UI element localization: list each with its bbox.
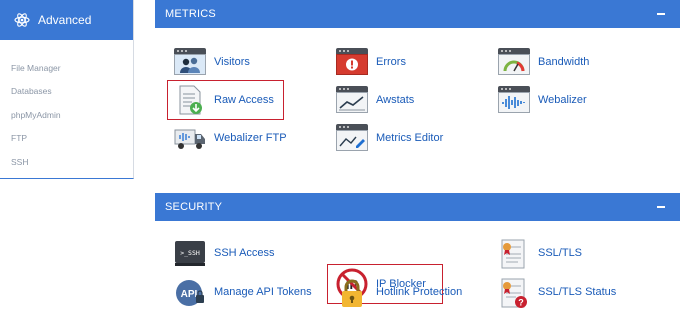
svg-text:?: ? bbox=[518, 298, 524, 308]
ssl-status-icon: ? bbox=[498, 278, 530, 308]
tool-manage-api-tokens[interactable]: API Manage API Tokens bbox=[174, 274, 312, 310]
collapse-security-icon[interactable] bbox=[654, 200, 668, 214]
sidebar-title: Advanced bbox=[38, 13, 92, 27]
webalizer-ftp-icon bbox=[174, 124, 206, 152]
tool-label: Webalizer FTP bbox=[214, 132, 287, 144]
metrics-body: Visitors Errors Bandwidth Raw Access Aws… bbox=[155, 28, 680, 178]
awstats-icon bbox=[336, 86, 368, 114]
sidebar-item-ftp[interactable]: FTP bbox=[0, 127, 133, 151]
atom-icon bbox=[14, 13, 30, 27]
visitors-icon bbox=[174, 48, 206, 76]
tool-ssh-access[interactable]: >_SSH SSH Access bbox=[174, 235, 275, 271]
tool-label: Hotlink Protection bbox=[376, 286, 463, 298]
tool-label: Visitors bbox=[214, 56, 250, 68]
bandwidth-icon bbox=[498, 48, 530, 76]
api-token-icon: API bbox=[174, 278, 206, 306]
tool-metrics-editor[interactable]: Metrics Editor bbox=[336, 120, 443, 156]
tool-label: Manage API Tokens bbox=[214, 286, 312, 298]
tool-label: Raw Access bbox=[214, 94, 274, 106]
tool-label: Webalizer bbox=[538, 94, 587, 106]
ssh-terminal-icon: >_SSH bbox=[174, 239, 206, 267]
tool-errors[interactable]: Errors bbox=[336, 44, 406, 80]
tool-visitors[interactable]: Visitors bbox=[174, 44, 250, 80]
sidebar-item-phpmyadmin[interactable]: phpMyAdmin bbox=[0, 103, 133, 127]
padlock-icon bbox=[336, 278, 368, 307]
webalizer-icon bbox=[498, 86, 530, 114]
errors-icon bbox=[336, 48, 368, 76]
sidebar-item-file-manager[interactable]: File Manager bbox=[0, 56, 133, 80]
tool-label: Awstats bbox=[376, 94, 415, 106]
security-header: SECURITY bbox=[155, 193, 680, 221]
sidebar-list: File Manager Databases phpMyAdmin FTP SS… bbox=[0, 40, 133, 174]
tool-label: SSH Access bbox=[214, 247, 275, 259]
ssl-certificate-icon bbox=[498, 239, 530, 269]
tool-awstats[interactable]: Awstats bbox=[336, 82, 414, 118]
collapse-metrics-icon[interactable] bbox=[654, 7, 668, 21]
sidebar-header[interactable]: Advanced bbox=[0, 0, 133, 40]
sidebar-item-ssh[interactable]: SSH bbox=[0, 150, 133, 174]
tool-label: SSL/TLS Status bbox=[538, 286, 617, 298]
security-body: >_SSH SSH Access IP IP Blocker bbox=[155, 221, 680, 314]
metrics-header: METRICS bbox=[155, 0, 680, 28]
security-panel: SECURITY >_SSH SSH Access IP Blocker SSL… bbox=[155, 193, 680, 314]
sidebar: Advanced File Manager Databases phpMyAdm… bbox=[0, 0, 134, 179]
tool-label: SSL/TLS bbox=[538, 247, 583, 259]
tool-label: Metrics Editor bbox=[376, 132, 444, 144]
security-title: SECURITY bbox=[165, 201, 223, 213]
tool-label: Bandwidth bbox=[538, 56, 590, 68]
metrics-editor-icon bbox=[336, 124, 368, 152]
metrics-title: METRICS bbox=[165, 8, 216, 20]
tool-label: Errors bbox=[376, 56, 406, 68]
svg-text:API: API bbox=[181, 289, 198, 300]
tool-raw-access[interactable]: Raw Access bbox=[167, 80, 284, 120]
raw-access-icon bbox=[174, 85, 206, 115]
tool-hotlink-protection[interactable]: Hotlink Protection bbox=[336, 274, 462, 310]
metrics-panel: METRICS Visitors Errors Bandwidth Raw Ac… bbox=[155, 0, 680, 178]
tool-ssl-tls[interactable]: SSL/TLS bbox=[498, 235, 582, 271]
tool-webalizer[interactable]: Webalizer bbox=[498, 82, 587, 118]
sidebar-item-databases[interactable]: Databases bbox=[0, 80, 133, 104]
tool-webalizer-ftp[interactable]: Webalizer FTP bbox=[174, 120, 287, 156]
tool-bandwidth[interactable]: Bandwidth bbox=[498, 44, 589, 80]
svg-text:>_SSH: >_SSH bbox=[180, 249, 200, 257]
tool-ssl-tls-status[interactable]: ? SSL/TLS Status bbox=[498, 274, 616, 310]
